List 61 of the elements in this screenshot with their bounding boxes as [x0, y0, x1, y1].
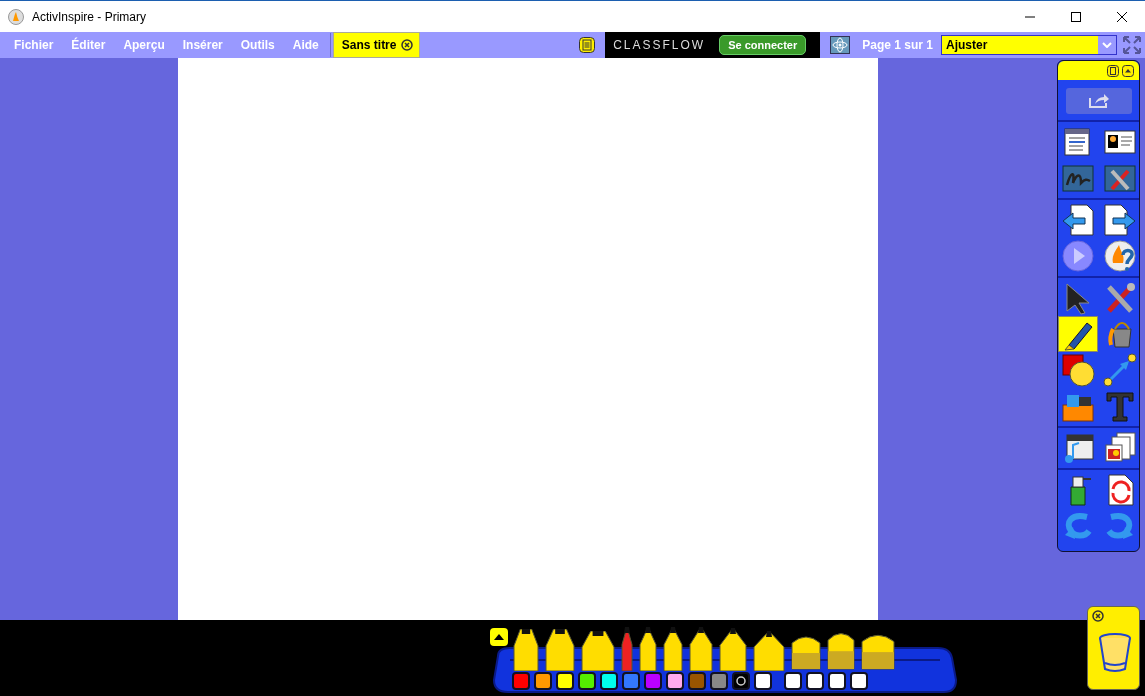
window-title: ActivInspire - Primary: [32, 9, 148, 24]
pencil-icon[interactable]: [718, 628, 748, 671]
next-page-icon: [1102, 203, 1137, 237]
chevron-down-icon: [1102, 42, 1112, 48]
ring-icon: [736, 676, 746, 686]
help-icon: [1102, 239, 1137, 273]
tool-button[interactable]: [1058, 317, 1097, 351]
color-swatch[interactable]: [600, 672, 618, 690]
pen-icon[interactable]: [580, 631, 616, 671]
color-swatch[interactable]: [754, 672, 772, 690]
menu-item[interactable]: Insérer: [173, 38, 232, 52]
color-swatch[interactable]: [806, 672, 824, 690]
close-icon: [1117, 11, 1127, 22]
color-swatch[interactable]: [622, 672, 640, 690]
connector-icon: [1102, 353, 1137, 387]
play-icon: [1060, 239, 1095, 273]
page-indicator: Page 1 sur 1: [862, 38, 933, 52]
pen-icon[interactable]: [544, 629, 576, 671]
classflow-logo: CLASSFLOW: [613, 38, 706, 52]
menu-item[interactable]: Éditer: [62, 38, 115, 52]
share-icon: [1087, 93, 1110, 109]
color-swatch[interactable]: [828, 672, 846, 690]
atom-icon[interactable]: [830, 36, 851, 54]
pencil-icon[interactable]: [752, 631, 786, 671]
triangle-up-icon: [494, 634, 504, 640]
document-tab[interactable]: Sans titre: [332, 32, 421, 58]
menu-item[interactable]: Aperçu: [114, 38, 174, 52]
close-icon[interactable]: [401, 39, 414, 51]
pencil-icon[interactable]: [662, 627, 684, 671]
color-swatch[interactable]: [666, 672, 684, 690]
color-swatch[interactable]: [578, 672, 596, 690]
sign-in-button[interactable]: Se connecter: [719, 35, 807, 55]
zoom-dropdown[interactable]: Ajuster: [941, 35, 1117, 55]
pencil-icon[interactable]: [688, 627, 714, 671]
fullscreen-icon[interactable]: [1123, 36, 1141, 54]
trash-can-icon[interactable]: [1098, 633, 1132, 673]
pencil-icon[interactable]: [638, 627, 658, 671]
close-icon[interactable]: [1092, 610, 1104, 622]
expand-button[interactable]: [490, 628, 508, 646]
previous-page-icon: [1060, 203, 1095, 237]
maximize-icon: [1071, 11, 1081, 22]
color-picker-swatch[interactable]: [732, 672, 750, 690]
shape-icon: [1060, 353, 1095, 387]
menu-item[interactable]: Aide: [283, 38, 328, 52]
color-swatch[interactable]: [644, 672, 662, 690]
color-swatch[interactable]: [534, 672, 552, 690]
collapse-icon[interactable]: [1122, 64, 1134, 77]
app-logo-icon: [8, 8, 24, 25]
menu-item[interactable]: Fichier: [0, 38, 63, 52]
notes-icon[interactable]: [579, 37, 596, 53]
color-swatch[interactable]: [512, 672, 530, 690]
color-swatch[interactable]: [688, 672, 706, 690]
color-swatch[interactable]: [850, 672, 868, 690]
menu-item[interactable]: Outils: [231, 38, 284, 52]
pin-icon[interactable]: [1107, 64, 1119, 77]
color-swatch[interactable]: [784, 672, 802, 690]
pen-icon[interactable]: [512, 629, 540, 671]
color-swatch[interactable]: [710, 672, 728, 690]
color-swatch[interactable]: [556, 672, 574, 690]
share-button[interactable]: [1065, 88, 1132, 114]
duplicate-page-icon: [1102, 431, 1137, 465]
